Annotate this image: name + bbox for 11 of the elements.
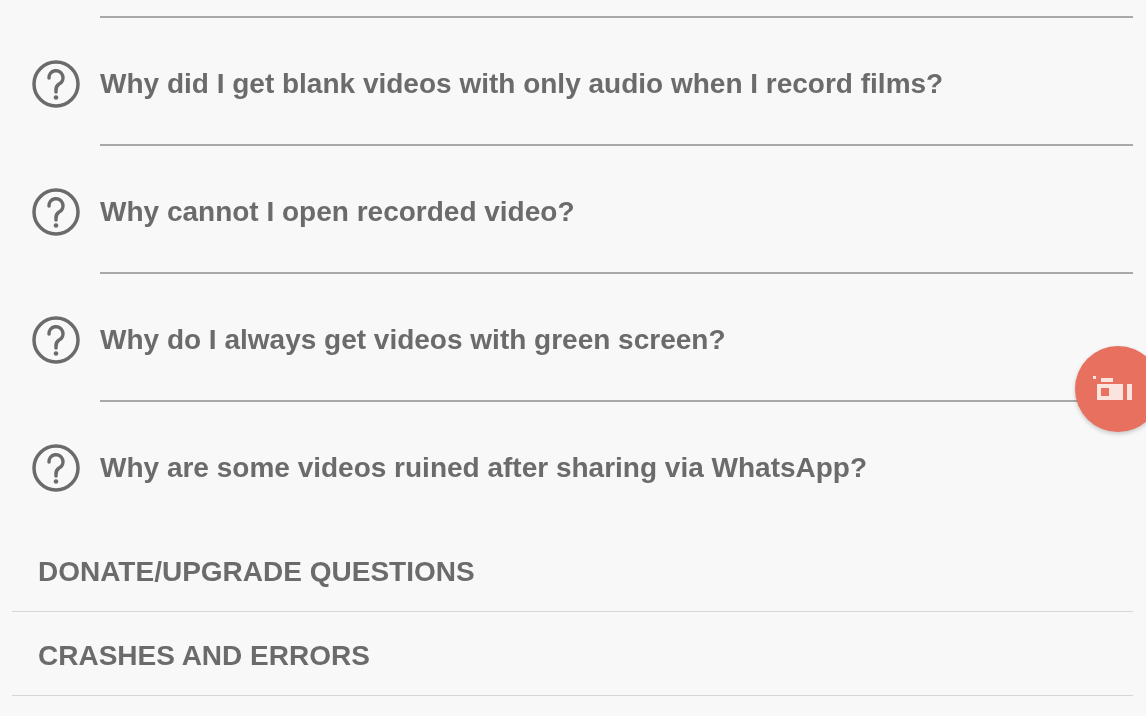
help-icon: [31, 315, 81, 365]
section-header[interactable]: DONATE/UPGRADE QUESTIONS: [38, 555, 475, 588]
question-link[interactable]: Why are some videos ruined after sharing via WhatsApp?: [100, 452, 868, 484]
help-icon: [31, 187, 81, 237]
question-link[interactable]: Why cannot I open recorded video?: [100, 196, 575, 228]
record-button[interactable]: [1075, 346, 1146, 432]
section-header[interactable]: CRASHES AND ERRORS: [38, 639, 370, 672]
question-link[interactable]: Why did I get blank videos with only audio when I record films?: [100, 68, 944, 100]
question-link[interactable]: Why do I always get videos with green screen?: [100, 324, 726, 356]
help-icon: [31, 59, 81, 109]
help-icon: [31, 443, 81, 493]
